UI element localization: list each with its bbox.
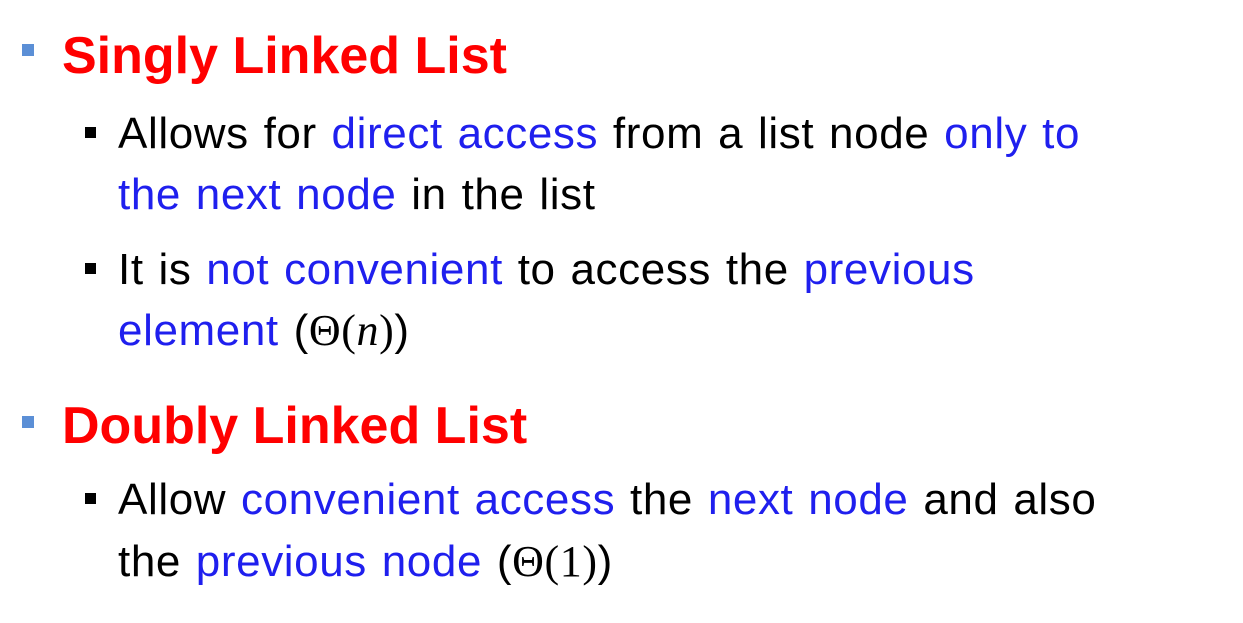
text-segment: Allow [118, 475, 241, 524]
text-segment: Allows for [118, 109, 332, 158]
text-segment: ) [379, 306, 395, 355]
bullet-line: element (Θ(n)) [118, 300, 410, 362]
text-segment: the [118, 537, 196, 586]
text-segment: ( [278, 306, 309, 355]
text-segment: the next node [118, 170, 397, 219]
text-segment: ) [394, 306, 410, 355]
list-bullet-icon [85, 493, 96, 504]
bullet-line: the previous node (Θ(1)) [118, 531, 613, 593]
text-segment: direct access [331, 109, 599, 158]
text-segment: Θ(1) [512, 537, 598, 586]
text-segment: the [615, 475, 708, 524]
text-segment: n [356, 306, 380, 355]
bullet-line: Allows for direct access from a list nod… [118, 103, 1080, 165]
text-segment: It is [118, 245, 207, 294]
text-segment: convenient access [240, 475, 616, 524]
slide: Singly Linked List Allows for direct acc… [0, 0, 1243, 623]
section-bullet-icon [22, 44, 34, 56]
bullet-line: the next node in the list [118, 164, 596, 226]
text-segment: element [118, 306, 279, 355]
bullet-line: It is not convenient to access the previ… [118, 239, 975, 301]
list-bullet-icon [85, 127, 96, 138]
text-segment: previous [803, 245, 975, 294]
text-segment: ) [597, 537, 613, 586]
text-segment: next node [707, 475, 909, 524]
text-segment: from a list node [598, 109, 945, 158]
text-segment: and also [908, 475, 1097, 524]
text-segment: ( [482, 537, 513, 586]
section-bullet-icon [22, 416, 34, 428]
text-segment: only to [944, 109, 1081, 158]
text-segment: in the list [396, 170, 596, 219]
section-heading: Singly Linked List [62, 27, 507, 85]
bullet-line: Allow convenient access the next node an… [118, 469, 1096, 531]
list-bullet-icon [85, 263, 96, 274]
text-segment: to access the [502, 245, 804, 294]
text-segment: Θ( [308, 306, 357, 355]
text-segment: not convenient [206, 245, 503, 294]
section-heading: Doubly Linked List [62, 397, 528, 455]
text-segment: previous node [195, 537, 483, 586]
